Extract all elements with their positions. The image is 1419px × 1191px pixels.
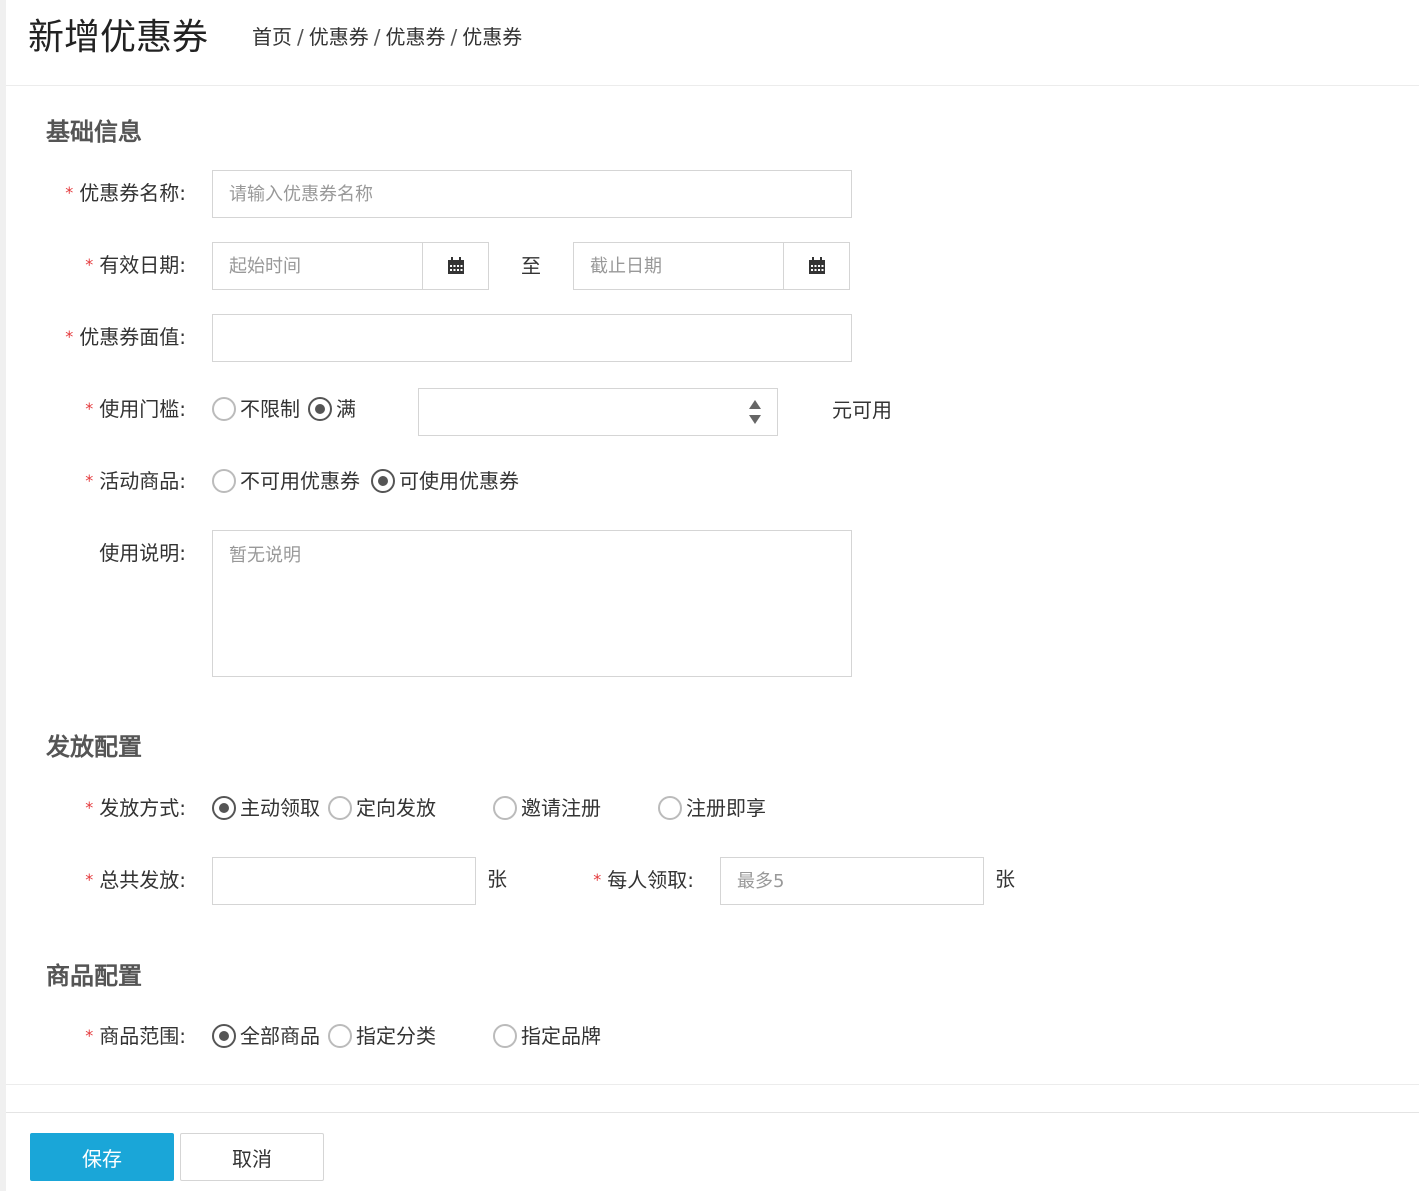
threshold-unit: 元可用 (832, 398, 892, 422)
total-issued-unit: 张 (487, 867, 507, 891)
validity-label: * 有效日期: (85, 253, 186, 277)
per-person-limit-unit: 张 (995, 867, 1015, 891)
section-title-basic: 基础信息 (46, 118, 142, 146)
radio-unchecked-icon (328, 796, 352, 820)
start-date-picker (212, 242, 489, 290)
method-radio-targeted[interactable]: 定向发放 (328, 793, 436, 823)
radio-checked-icon (212, 1024, 236, 1048)
radio-checked-icon (308, 397, 332, 421)
start-date-calendar-button[interactable] (422, 242, 489, 290)
page: 新增优惠券 首页/优惠券/优惠券/优惠券 基础信息 *优惠券名称: *有效日期:… (6, 0, 1419, 1191)
required-asterisk: * (65, 327, 74, 346)
section-title-distribution: 发放配置 (46, 733, 142, 761)
required-asterisk: * (85, 471, 94, 490)
calendar-icon (447, 257, 464, 274)
end-date-calendar-button[interactable] (783, 242, 850, 290)
total-issued-input[interactable] (212, 857, 476, 905)
scope-radio-all-products[interactable]: 全部商品 (212, 1021, 320, 1051)
threshold-amount-input[interactable] (418, 388, 778, 436)
date-range-separator: 至 (521, 254, 541, 278)
radio-unchecked-icon (493, 796, 517, 820)
footer-divider (6, 1084, 1419, 1085)
required-asterisk: * (85, 798, 94, 817)
breadcrumb-coupon-1[interactable]: 优惠券 (309, 25, 369, 49)
products-radio-usable[interactable]: 可使用优惠券 (371, 466, 519, 496)
end-date-input[interactable] (573, 242, 784, 290)
required-asterisk: * (65, 183, 74, 202)
radio-unchecked-icon (493, 1024, 517, 1048)
radio-unchecked-icon (212, 469, 236, 493)
calendar-icon (808, 257, 825, 274)
save-button[interactable]: 保存 (30, 1133, 174, 1181)
threshold-radio-unlimited[interactable]: 不限制 (212, 394, 300, 424)
page-header: 新增优惠券 首页 / 优惠券 / 优惠券 / 优惠券 (6, 0, 1419, 86)
breadcrumb-home[interactable]: 首页 (252, 25, 292, 49)
breadcrumb: 首页 / 优惠券 / 优惠券 / 优惠券 (252, 22, 522, 52)
threshold-amount-field (418, 388, 778, 436)
radio-checked-icon (371, 469, 395, 493)
distribution-method-label: * 发放方式: (85, 796, 186, 820)
end-date-picker (573, 242, 850, 290)
activity-products-label: * 活动商品: (85, 469, 186, 493)
per-person-limit-input[interactable] (720, 857, 984, 905)
required-asterisk: * (85, 1026, 94, 1045)
footer-divider (6, 1112, 1419, 1113)
products-radio-not-usable[interactable]: 不可用优惠券 (212, 466, 360, 496)
method-radio-invite-register[interactable]: 邀请注册 (493, 793, 601, 823)
breadcrumb-separator: / (373, 25, 381, 49)
radio-unchecked-icon (212, 397, 236, 421)
page-title: 新增优惠券 (28, 17, 209, 58)
number-spinner-icon[interactable] (748, 398, 762, 426)
scope-radio-brand[interactable]: 指定品牌 (493, 1021, 601, 1051)
method-radio-register-bonus[interactable]: 注册即享 (658, 793, 766, 823)
radio-checked-icon (212, 796, 236, 820)
threshold-radio-min-spend[interactable]: 满 (308, 394, 356, 424)
product-scope-label: * 商品范围: (85, 1024, 186, 1048)
start-date-input[interactable] (212, 242, 423, 290)
breadcrumb-current: 优惠券 (462, 25, 523, 49)
usage-description-label: 使用说明: (99, 541, 186, 565)
breadcrumb-separator: / (450, 25, 458, 49)
method-radio-self-claim[interactable]: 主动领取 (212, 793, 320, 823)
cancel-button[interactable]: 取消 (180, 1133, 324, 1181)
breadcrumb-separator: / (297, 25, 304, 49)
per-person-limit-label: * 每人领取: (593, 868, 694, 892)
total-issued-label: * 总共发放: (85, 868, 186, 892)
required-asterisk: * (85, 399, 94, 418)
section-title-product-config: 商品配置 (46, 962, 142, 990)
required-asterisk: * (593, 870, 602, 889)
coupon-name-label: * 优惠券名称: (65, 181, 186, 205)
radio-unchecked-icon (328, 1024, 352, 1048)
breadcrumb-coupon-2[interactable]: 优惠券 (386, 25, 446, 49)
scope-radio-category[interactable]: 指定分类 (328, 1021, 436, 1051)
required-asterisk: * (85, 255, 94, 274)
threshold-label: * 使用门槛: (85, 397, 186, 421)
face-value-input[interactable] (212, 314, 852, 362)
coupon-name-input[interactable] (212, 170, 852, 218)
radio-unchecked-icon (658, 796, 682, 820)
usage-description-textarea[interactable] (212, 530, 852, 677)
face-value-label: * 优惠券面值: (65, 325, 186, 349)
required-asterisk: * (85, 870, 94, 889)
